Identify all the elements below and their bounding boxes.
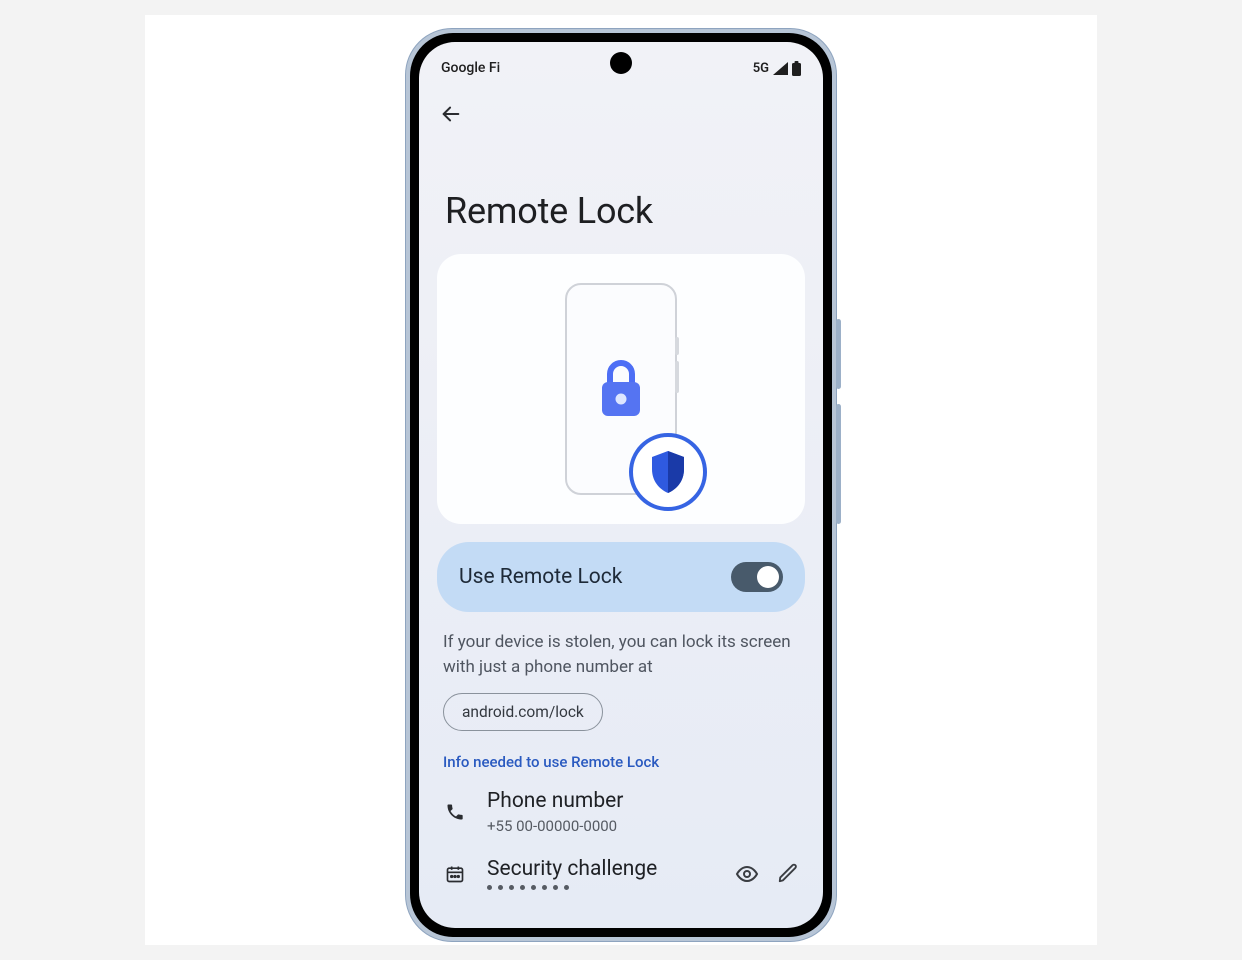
- page-canvas: Google Fi 5G Remote Lock: [145, 15, 1097, 945]
- phone-frame: Google Fi 5G Remote Lock: [406, 29, 836, 941]
- shield-icon: [648, 449, 688, 495]
- shield-badge: [629, 433, 707, 511]
- description-text: If your device is stolen, you can lock i…: [419, 628, 823, 693]
- app-bar: [419, 82, 823, 128]
- screen: Google Fi 5G Remote Lock: [419, 42, 823, 928]
- security-challenge-title: Security challenge: [487, 857, 715, 881]
- toggle-label: Use Remote Lock: [459, 565, 622, 589]
- section-header: Info needed to use Remote Lock: [419, 753, 823, 785]
- use-remote-lock-row[interactable]: Use Remote Lock: [437, 542, 805, 612]
- signal-icon: [773, 62, 788, 75]
- network-label: 5G: [753, 61, 769, 76]
- lock-url-chip[interactable]: android.com/lock: [443, 693, 603, 731]
- mini-phone-illustration: [565, 283, 677, 495]
- phone-number-title: Phone number: [487, 789, 799, 813]
- row-actions: [735, 862, 799, 886]
- remote-lock-toggle[interactable]: [731, 562, 783, 592]
- security-challenge-texts: Security challenge: [487, 857, 715, 890]
- camera-hole-icon: [610, 52, 632, 74]
- edit-icon[interactable]: [777, 862, 799, 884]
- lock-icon: [598, 360, 644, 418]
- page-title: Remote Lock: [419, 128, 823, 254]
- battery-icon: [792, 61, 801, 76]
- carrier-label: Google Fi: [441, 60, 500, 76]
- arrow-left-icon: [440, 103, 462, 125]
- calendar-icon: [443, 864, 467, 884]
- phone-number-texts: Phone number +55 00-00000-0000: [487, 789, 799, 835]
- illustration-card: [437, 254, 805, 524]
- masked-value: [487, 885, 715, 890]
- phone-bezel: Google Fi 5G Remote Lock: [410, 33, 832, 937]
- phone-icon: [443, 802, 467, 822]
- back-button[interactable]: [437, 100, 465, 128]
- phone-number-row[interactable]: Phone number +55 00-00000-0000: [419, 785, 823, 853]
- visibility-icon[interactable]: [735, 862, 759, 886]
- status-right: 5G: [753, 61, 801, 76]
- security-challenge-row[interactable]: Security challenge: [419, 853, 823, 896]
- phone-number-value: +55 00-00000-0000: [487, 817, 799, 835]
